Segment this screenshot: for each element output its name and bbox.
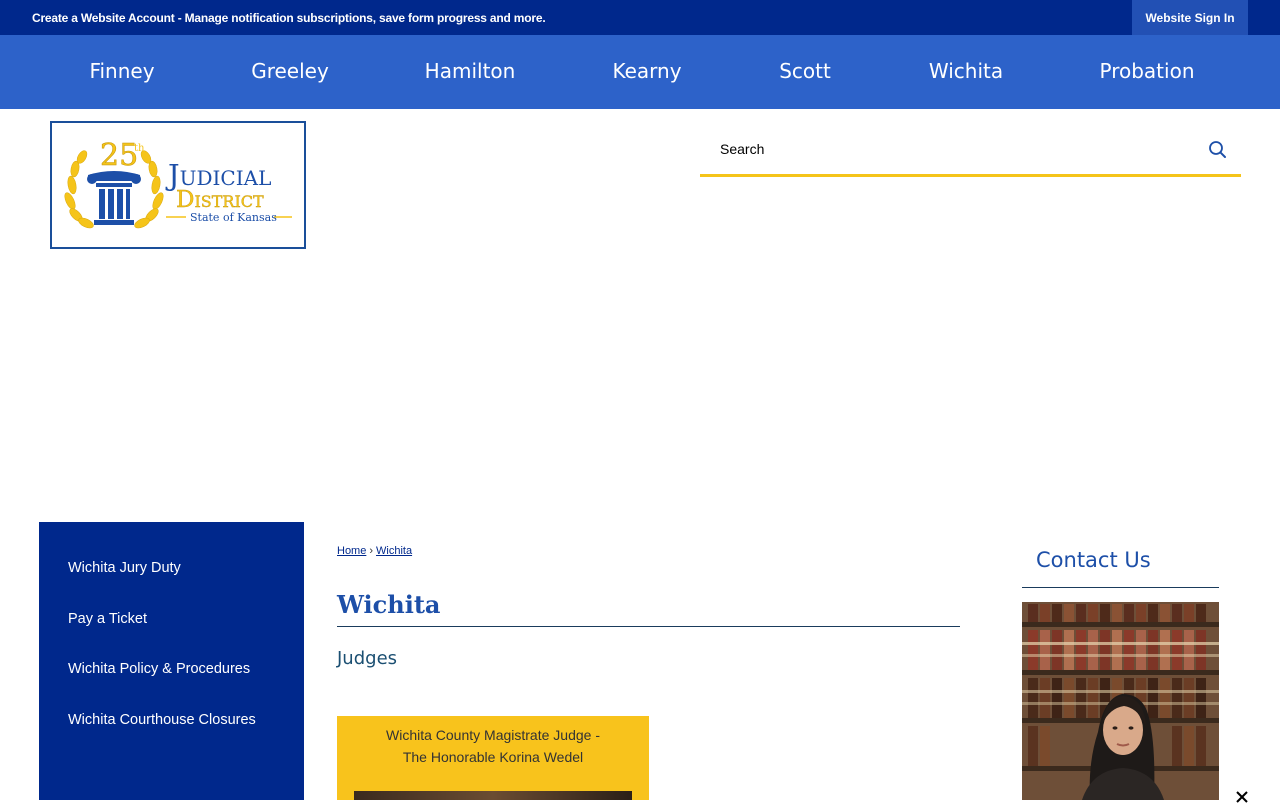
- logo-line3: State of Kansas: [190, 211, 277, 224]
- judge-caption-line1: Wichita County Magistrate Judge -: [386, 727, 600, 743]
- nav-item-scott[interactable]: Scott: [760, 35, 850, 109]
- sidebar-item-pay-ticket[interactable]: Pay a Ticket: [68, 611, 147, 627]
- judge-card: Wichita County Magistrate Judge - The Ho…: [337, 716, 649, 800]
- search-input[interactable]: [700, 126, 1190, 172]
- judicial-district-logo: 25 th Judicial District State of Kansas: [64, 138, 292, 229]
- search-icon[interactable]: [1207, 139, 1227, 159]
- page-title: Wichita: [337, 590, 960, 627]
- sidebar-item-policy-procedures[interactable]: Wichita Policy & Procedures: [68, 661, 250, 677]
- main-navigation: Finney Greeley Hamilton Kearny Scott Wic…: [0, 35, 1280, 109]
- site-search: [700, 126, 1241, 177]
- contact-photo: [1022, 602, 1219, 800]
- sidebar-menu: Wichita Jury Duty Pay a Ticket Wichita P…: [39, 522, 304, 800]
- breadcrumb-home-link[interactable]: Home: [337, 545, 366, 557]
- judge-caption: Wichita County Magistrate Judge - The Ho…: [337, 724, 649, 768]
- nav-item-finney[interactable]: Finney: [66, 35, 178, 109]
- breadcrumb-separator: ›: [369, 545, 374, 557]
- logo-suffix: th: [134, 143, 145, 154]
- nav-item-probation[interactable]: Probation: [1078, 35, 1216, 109]
- judge-photo: [354, 791, 632, 800]
- site-logo[interactable]: 25 th Judicial District State of Kansas: [50, 121, 306, 249]
- logo-line2: District: [176, 187, 264, 213]
- breadcrumb-current-link[interactable]: Wichita: [376, 545, 412, 557]
- nav-item-kearny[interactable]: Kearny: [592, 35, 702, 109]
- nav-item-wichita[interactable]: Wichita: [906, 35, 1026, 109]
- utility-bar: Create a Website Account - Manage notifi…: [0, 0, 1280, 35]
- website-sign-in-button[interactable]: Website Sign In: [1132, 0, 1248, 35]
- close-icon[interactable]: [1235, 790, 1249, 804]
- nav-item-greeley[interactable]: Greeley: [234, 35, 346, 109]
- sidebar-item-jury-duty[interactable]: Wichita Jury Duty: [68, 560, 181, 576]
- create-account-link[interactable]: Create a Website Account - Manage notifi…: [32, 11, 546, 25]
- sidebar-item-courthouse-closures[interactable]: Wichita Courthouse Closures: [68, 712, 256, 728]
- nav-item-hamilton[interactable]: Hamilton: [405, 35, 535, 109]
- breadcrumb: Home › Wichita: [337, 545, 412, 557]
- judge-caption-line2: The Honorable Korina Wedel: [402, 749, 584, 765]
- section-title-judges: Judges: [337, 648, 398, 669]
- contact-us-heading[interactable]: Contact Us: [1022, 545, 1219, 588]
- logo-number: 25: [100, 138, 138, 173]
